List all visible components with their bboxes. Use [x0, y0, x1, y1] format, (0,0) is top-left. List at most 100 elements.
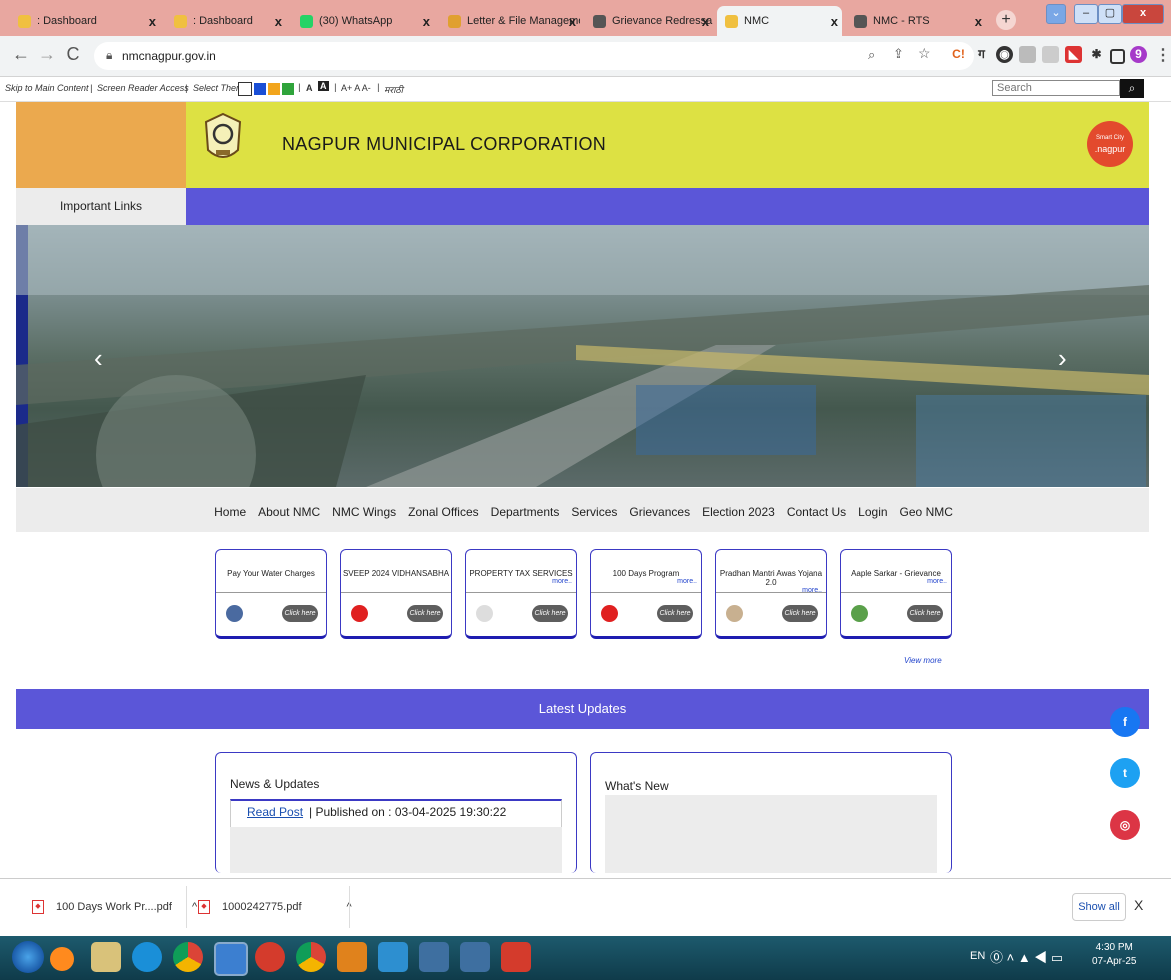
browser-tab[interactable]: Letter & File Manageme x	[440, 6, 580, 36]
new-tab-button[interactable]: +	[996, 10, 1016, 30]
extension-icon[interactable]	[1019, 46, 1036, 63]
browser-tab[interactable]: NMC - RTS x	[846, 6, 986, 36]
chrome-icon[interactable]	[296, 942, 326, 972]
theme-orange[interactable]	[268, 83, 280, 95]
close-tab-icon[interactable]: x	[423, 14, 430, 29]
show-all-button[interactable]: Show all	[1072, 893, 1126, 921]
reload-icon[interactable]: C	[64, 44, 82, 65]
nmc-emblem-logo[interactable]	[200, 110, 246, 166]
nav-item-home[interactable]: Home	[214, 505, 246, 519]
app-icon[interactable]	[337, 942, 367, 972]
system-tray-icons[interactable]: ⓪ ˄ ▲ ◀ ▭	[990, 947, 1063, 966]
close-tab-icon[interactable]: x	[831, 14, 838, 29]
nav-item-contact-us[interactable]: Contact Us	[787, 505, 846, 519]
screen-reader-link[interactable]: Screen Reader Access	[97, 83, 189, 93]
smart-city-logo[interactable]: Smart City .nagpur	[1087, 121, 1133, 167]
clock[interactable]: 4:30 PM 07-Apr-25	[1092, 942, 1136, 967]
skip-to-content-link[interactable]: Skip to Main Content	[5, 83, 89, 93]
menu-dots-icon[interactable]: ⋮	[1155, 45, 1171, 65]
close-tab-icon[interactable]: x	[569, 14, 576, 29]
profile-avatar[interactable]: 9	[1130, 46, 1147, 63]
close-window-button[interactable]: x	[1122, 4, 1164, 24]
close-icon[interactable]: X	[1134, 897, 1143, 913]
facebook-icon[interactable]: f	[1110, 707, 1140, 737]
nav-item-nmc-wings[interactable]: NMC Wings	[332, 505, 396, 519]
theme-green[interactable]	[282, 83, 294, 95]
close-tab-icon[interactable]: x	[149, 14, 156, 29]
forward-icon[interactable]: →	[38, 44, 56, 65]
carousel-next-icon[interactable]: ›	[1058, 343, 1067, 374]
download-item[interactable]: ◆ 100 Days Work Pr....pdf ^	[32, 900, 197, 914]
minimize-button[interactable]: –	[1074, 4, 1098, 24]
bookmark-star-icon[interactable]: ☆	[918, 45, 931, 62]
browser-tab[interactable]: : Dashboard x	[166, 6, 286, 36]
search-input[interactable]	[992, 80, 1120, 96]
service-card[interactable]: PROPERTY TAX SERVICES more.. Click here	[465, 549, 577, 639]
language-indicator[interactable]: EN	[970, 950, 985, 962]
download-item[interactable]: ◆ 1000242775.pdf ^	[198, 900, 352, 914]
file-explorer-icon[interactable]	[91, 942, 121, 972]
twitter-icon[interactable]: t	[1110, 758, 1140, 788]
click-here-button[interactable]: Click here	[532, 605, 568, 622]
click-here-button[interactable]: Click here	[907, 605, 943, 622]
browser-tab[interactable]: (30) WhatsApp x	[292, 6, 434, 36]
close-tab-icon[interactable]: x	[702, 14, 709, 29]
chrome-icon[interactable]	[173, 942, 203, 972]
read-post-link[interactable]: Read Post	[247, 805, 303, 819]
more-link[interactable]: more..	[591, 578, 697, 585]
tab-search-button[interactable]: ⌄	[1046, 4, 1066, 24]
carousel-prev-icon[interactable]: ‹	[94, 343, 103, 374]
nav-item-about-nmc[interactable]: About NMC	[258, 505, 320, 519]
nav-item-grievances[interactable]: Grievances	[629, 505, 690, 519]
extension-icon[interactable]: C!	[950, 46, 967, 63]
nav-item-election-2023[interactable]: Election 2023	[702, 505, 775, 519]
service-card[interactable]: Pradhan Mantri Awas Yojana 2.0 more.. Clic…	[715, 549, 827, 639]
chevron-up-icon[interactable]: ^	[192, 901, 197, 913]
click-here-button[interactable]: Click here	[282, 605, 318, 622]
instagram-icon[interactable]: ◎	[1110, 810, 1140, 840]
chrome-profile-icon[interactable]	[214, 942, 248, 976]
start-button[interactable]	[12, 941, 44, 973]
click-here-button[interactable]: Click here	[407, 605, 443, 622]
font-normal-button[interactable]: A	[306, 83, 313, 93]
theme-white[interactable]	[238, 82, 252, 96]
more-link[interactable]: more..	[841, 578, 947, 585]
settings-app-icon[interactable]	[378, 942, 408, 972]
click-here-button[interactable]: Click here	[782, 605, 818, 622]
pdf-extension-icon[interactable]: ◣	[1065, 46, 1082, 63]
browser-tab[interactable]: NMC x	[717, 6, 842, 36]
click-here-button[interactable]: Click here	[657, 605, 693, 622]
acrobat-icon[interactable]	[501, 942, 531, 972]
close-tab-icon[interactable]: x	[975, 14, 982, 29]
firefox-icon[interactable]	[50, 947, 74, 971]
service-card[interactable]: Aaple Sarkar - Grievance more.. Click here	[840, 549, 952, 639]
service-card[interactable]: 100 Days Program more.. Click here	[590, 549, 702, 639]
window-icon[interactable]	[419, 942, 449, 972]
nav-item-departments[interactable]: Departments	[491, 505, 560, 519]
more-link[interactable]: more..	[466, 578, 572, 585]
zoom-icon[interactable]: ⌕	[868, 47, 875, 63]
view-more-link[interactable]: View more	[904, 656, 942, 665]
edge-icon[interactable]	[132, 942, 162, 972]
maximize-button[interactable]: ▢	[1098, 4, 1122, 24]
extension-icon[interactable]: ग	[973, 46, 990, 63]
browser-tab[interactable]: Grievance Redressal Sysx	[585, 6, 713, 36]
browser-tab[interactable]: : Dashboard x	[10, 6, 160, 36]
share-icon[interactable]: ⇪	[893, 46, 904, 62]
window-icon[interactable]	[460, 942, 490, 972]
nav-item-services[interactable]: Services	[571, 505, 617, 519]
font-size-controls[interactable]: A+ A A-	[341, 83, 371, 93]
nav-item-zonal-offices[interactable]: Zonal Offices	[408, 505, 478, 519]
service-card[interactable]: SVEEP 2024 VIDHANSABHA Click here	[340, 549, 452, 639]
theme-blue[interactable]	[254, 83, 266, 95]
extension-icon[interactable]	[1042, 46, 1059, 63]
nav-item-login[interactable]: Login	[858, 505, 887, 519]
close-tab-icon[interactable]: x	[275, 14, 282, 29]
important-links-tab[interactable]: Important Links	[16, 188, 186, 225]
marathi-link[interactable]: मराठी	[384, 83, 403, 96]
puzzle-icon[interactable]: ✱	[1088, 46, 1105, 63]
back-icon[interactable]: ←	[12, 44, 30, 65]
font-contrast-button[interactable]: A	[318, 81, 329, 91]
search-icon[interactable]: ⌕	[1120, 79, 1144, 98]
sidepanel-icon[interactable]	[1110, 49, 1125, 64]
